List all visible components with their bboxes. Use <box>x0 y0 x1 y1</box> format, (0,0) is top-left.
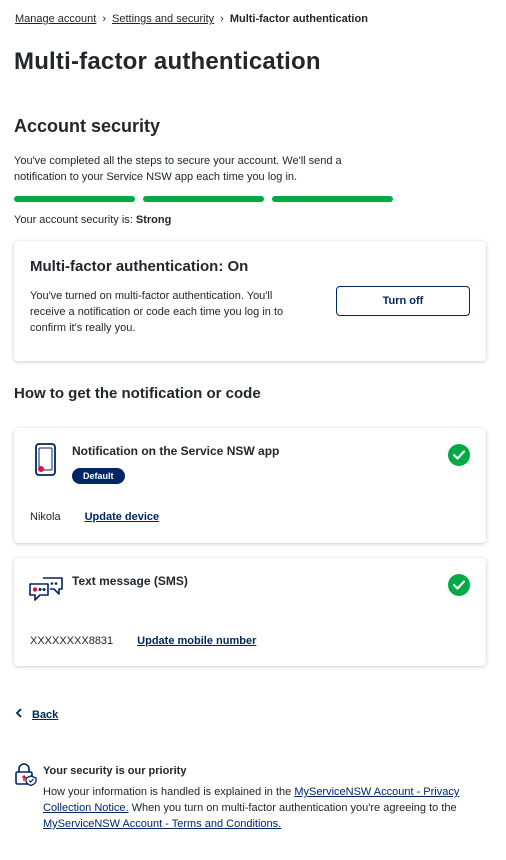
chevron-right-icon: › <box>102 13 107 25</box>
chat-bubbles-icon <box>28 574 64 611</box>
account-security-intro: You've completed all the steps to secure… <box>14 155 342 183</box>
turn-off-button[interactable]: Turn off <box>336 286 470 316</box>
method-card-app: Notification on the Service NSW app Defa… <box>14 428 486 543</box>
mfa-status-title: Multi-factor authentication: On <box>30 258 249 275</box>
method-sms-title: Text message (SMS) <box>72 574 188 588</box>
method-app-details: Nikola Update device <box>30 511 159 523</box>
back-link[interactable]: Back <box>15 708 58 721</box>
terms-conditions-link[interactable]: MyServiceNSW Account - Terms and Conditi… <box>43 818 281 830</box>
chevron-left-icon <box>15 708 22 721</box>
device-name: Nikola <box>30 511 61 523</box>
masked-mobile-number: XXXXXXXX8831 <box>30 635 114 647</box>
padlock-shield-icon <box>14 762 38 791</box>
update-device-link[interactable]: Update device <box>85 511 160 523</box>
account-security-heading: Account security <box>14 116 161 136</box>
back-label: Back <box>32 708 59 721</box>
mfa-status-text: You've turned on multi-factor authentica… <box>30 290 284 334</box>
strength-bar-2 <box>143 196 264 202</box>
breadcrumb-current: Multi-factor authentication <box>229 13 368 25</box>
security-strength-meter <box>14 196 393 202</box>
default-badge: Default <box>72 468 125 484</box>
notice-text: How your information is handled is expla… <box>43 784 473 832</box>
notice-title: Your security is our priority <box>43 765 187 777</box>
mfa-status-card: Multi-factor authentication: On You've t… <box>14 241 486 361</box>
check-circle-icon <box>448 574 470 596</box>
page-title: Multi-factor authentication <box>14 48 321 75</box>
notice-text-part-2: When you turn on multi-factor authentica… <box>128 802 457 814</box>
method-card-sms: Text message (SMS) XXXXXXXX8831 Update m… <box>14 558 486 666</box>
security-strength-status: Your account security is: Strong <box>14 214 171 226</box>
breadcrumb-link-settings-security[interactable]: Settings and security <box>112 13 214 25</box>
breadcrumb: Manage account › Settings and security ›… <box>15 13 368 25</box>
method-sms-details: XXXXXXXX8831 Update mobile number <box>30 635 256 647</box>
strength-label: Your account security is: <box>14 214 133 226</box>
chevron-right-icon: › <box>220 13 224 25</box>
strength-value: Strong <box>135 214 172 226</box>
smartphone-notification-icon <box>28 442 62 483</box>
breadcrumb-link-manage-account[interactable]: Manage account <box>15 13 96 25</box>
method-app-title: Notification on the Service NSW app <box>72 444 280 458</box>
notice-text-part-1: How your information is handled is expla… <box>43 786 295 798</box>
strength-bar-3 <box>272 196 393 202</box>
check-circle-icon <box>448 444 470 466</box>
strength-bar-1 <box>14 196 135 202</box>
methods-heading: How to get the notification or code <box>14 385 261 402</box>
update-mobile-number-link[interactable]: Update mobile number <box>137 635 256 647</box>
